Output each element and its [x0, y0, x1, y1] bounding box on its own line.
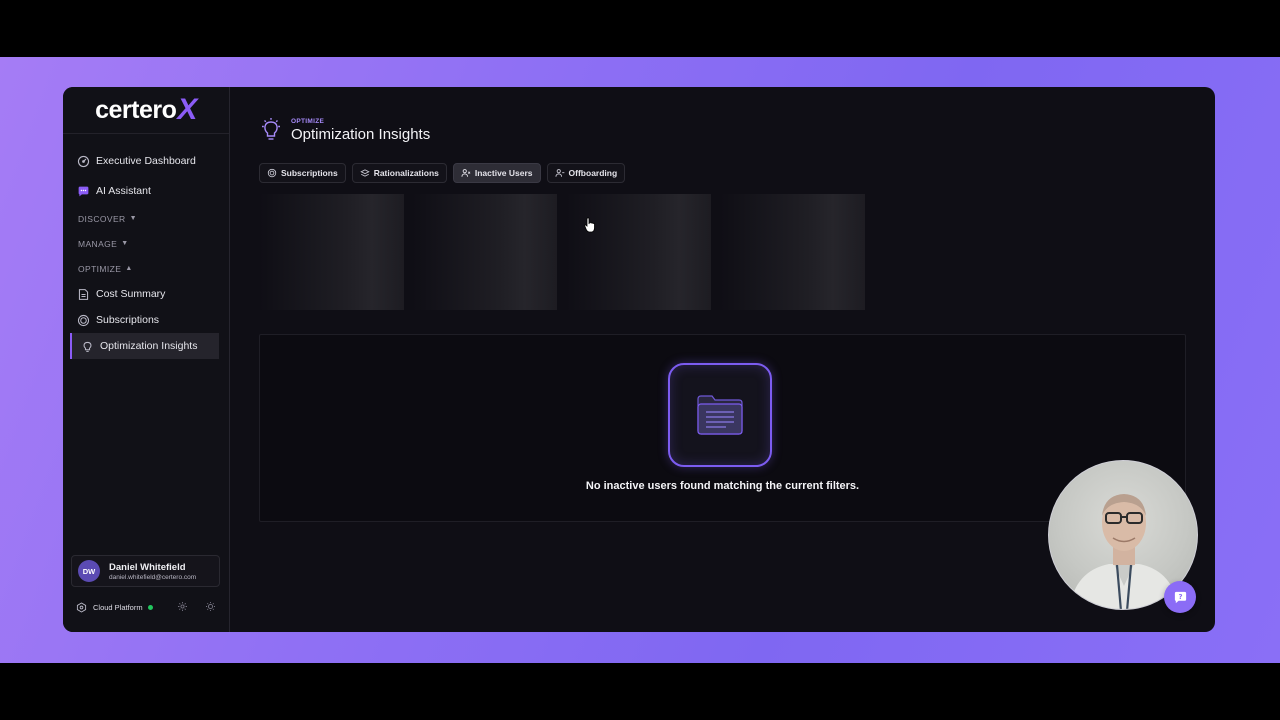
tab-subscriptions[interactable]: Subscriptions	[259, 163, 346, 183]
section-discover[interactable]: DISCOVER ▼	[63, 206, 229, 231]
tab-offboarding[interactable]: Offboarding	[546, 163, 626, 183]
section-optimize[interactable]: OPTIMIZE ▲	[63, 256, 229, 281]
cloud-platform-icon	[76, 602, 87, 612]
page-eyebrow: OPTIMIZE	[291, 118, 325, 125]
tab-label: Subscriptions	[281, 168, 338, 178]
svg-text:?: ?	[1178, 592, 1182, 601]
sidebar-item-label: Cost Summary	[96, 288, 166, 300]
sidebar-item-cost-summary[interactable]: Cost Summary	[63, 281, 229, 307]
tab-bar: Subscriptions Rationalizations Inactive …	[259, 163, 626, 183]
coin-icon	[267, 168, 277, 178]
page-header: OPTIMIZE Optimization Insights	[259, 117, 430, 143]
skeleton-card	[412, 194, 557, 310]
user-email: daniel.whitefield@certero.com	[109, 573, 197, 581]
empty-state-message: No inactive users found matching the cur…	[585, 480, 860, 492]
section-label: MANAGE	[78, 238, 118, 249]
coin-icon	[76, 313, 90, 327]
user-card[interactable]: DW Daniel Whitefield daniel.whitefield@c…	[71, 555, 220, 587]
chat-icon	[76, 184, 90, 198]
status-dot	[147, 604, 153, 610]
sidebar-item-label: AI Assistant	[96, 185, 151, 197]
caret-up-icon: ▲	[125, 265, 133, 272]
caret-down-icon: ▼	[121, 240, 129, 247]
app-window: certero X Executive Dashboard AI Assistan…	[63, 87, 1215, 632]
help-chat-icon: ?	[1174, 591, 1186, 603]
layers-icon	[359, 169, 370, 177]
letterbox-top	[0, 0, 1280, 57]
sidebar-item-ai-assistant[interactable]: AI Assistant	[63, 178, 229, 204]
settings-icon[interactable]	[177, 601, 188, 612]
user-name: Daniel Whitefield	[109, 561, 186, 573]
sidebar: certero X Executive Dashboard AI Assistan…	[63, 87, 230, 632]
sidebar-footer: Cloud Platform	[76, 600, 219, 614]
lightbulb-icon	[80, 339, 94, 353]
avatar: DW	[78, 560, 100, 582]
tab-label: Inactive Users	[474, 168, 533, 178]
user-x-icon	[461, 169, 471, 177]
sidebar-item-subscriptions[interactable]: Subscriptions	[63, 307, 229, 333]
brand-x: X	[177, 93, 197, 126]
platform-label[interactable]: Cloud Platform	[93, 603, 143, 612]
skeleton-card	[566, 194, 711, 310]
theme-icon[interactable]	[205, 601, 216, 612]
letterbox-bottom	[0, 663, 1280, 720]
skeleton-card	[720, 194, 865, 310]
document-icon	[76, 287, 90, 301]
user-minus-icon	[555, 169, 564, 177]
section-label: OPTIMIZE	[78, 263, 122, 274]
caret-down-icon: ▼	[129, 215, 137, 222]
sidebar-nav: Executive Dashboard AI Assistant DISCOVE…	[63, 134, 229, 359]
brand-logo[interactable]: certero X	[63, 87, 229, 134]
section-label: DISCOVER	[78, 213, 126, 224]
help-chat-button[interactable]: ?	[1164, 581, 1196, 613]
tab-inactive-users[interactable]: Inactive Users	[452, 163, 541, 183]
lightbulb-icon	[262, 118, 280, 140]
pointer-cursor-icon	[584, 217, 595, 233]
sidebar-item-label: Optimization Insights	[100, 340, 198, 352]
folder-list-icon	[668, 363, 772, 467]
loading-skeletons	[259, 194, 869, 310]
tab-rationalizations[interactable]: Rationalizations	[351, 163, 447, 183]
tab-label: Offboarding	[568, 168, 618, 178]
tab-label: Rationalizations	[373, 168, 439, 178]
sidebar-item-label: Executive Dashboard	[96, 155, 196, 167]
page-title: Optimization Insights	[291, 126, 431, 143]
section-manage[interactable]: MANAGE ▼	[63, 231, 229, 256]
brand-name: certero	[95, 95, 177, 124]
sidebar-item-executive-dashboard[interactable]: Executive Dashboard	[63, 148, 229, 174]
sidebar-item-label: Subscriptions	[96, 314, 160, 326]
sidebar-item-optimization-insights[interactable]: Optimization Insights	[70, 333, 219, 359]
gauge-icon	[76, 154, 90, 168]
skeleton-card	[259, 194, 404, 310]
empty-state-panel: No inactive users found matching the cur…	[259, 334, 1186, 522]
